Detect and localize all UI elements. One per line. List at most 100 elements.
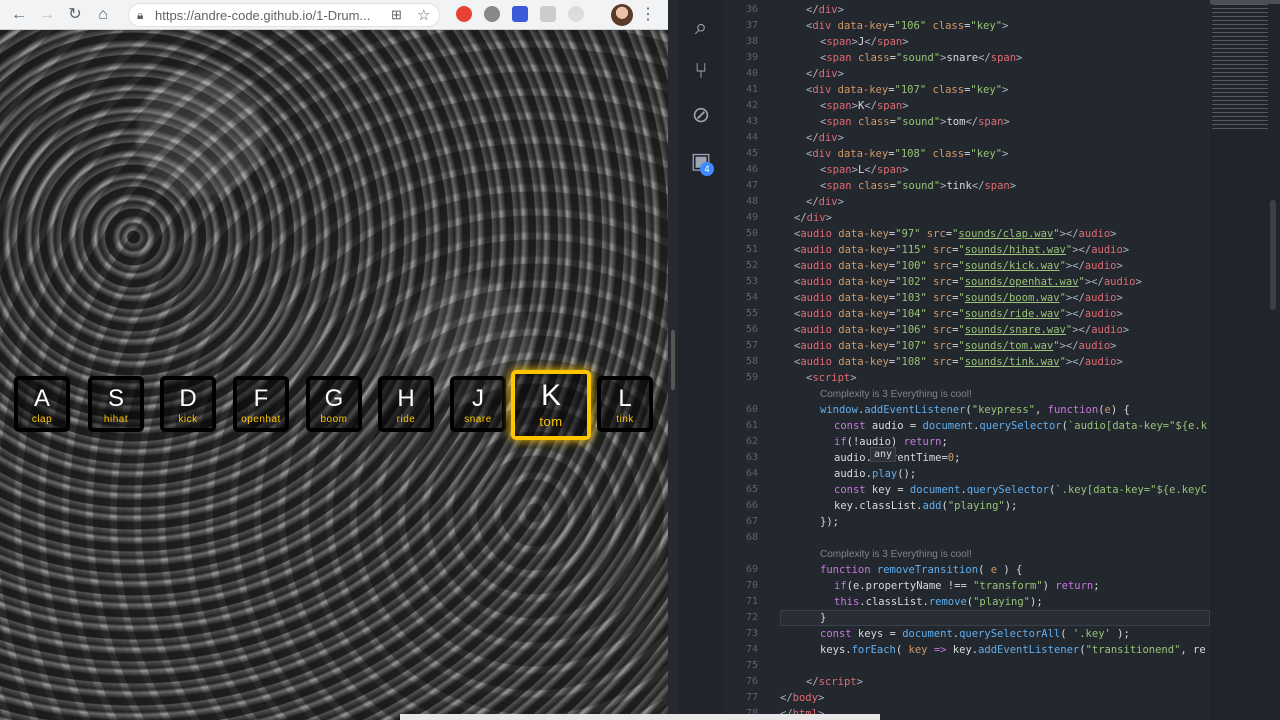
code-line[interactable]: </div> [806, 132, 844, 144]
search-icon[interactable]: ⌕ [688, 14, 714, 40]
drum-key-g[interactable]: Gboom [306, 376, 362, 432]
extension-icon[interactable] [484, 6, 500, 22]
code-line[interactable]: <audio data-key="100" src="sounds/kick.w… [794, 260, 1123, 272]
code-line[interactable]: <span class="sound">tink</span> [820, 180, 1016, 192]
line-number: 48 [745, 196, 758, 207]
code-line[interactable]: keys.forEach( key => key.addEventListene… [820, 644, 1206, 656]
line-number: 70 [745, 580, 758, 591]
extension-icon[interactable] [540, 6, 556, 22]
code-line[interactable]: function removeTransition( e ) { [820, 564, 1022, 576]
drum-key-f[interactable]: Fopenhat [233, 376, 289, 432]
code-line[interactable]: <audio data-key="102" src="sounds/openha… [794, 276, 1142, 288]
url-text[interactable]: https://andre-code.github.io/1-Drum... [155, 8, 405, 23]
line-number: 57 [745, 340, 758, 351]
drum-key-s[interactable]: Shihat [88, 376, 144, 432]
editor-scrollbar[interactable] [1270, 200, 1276, 310]
reload-icon[interactable]: ↻ [64, 4, 86, 26]
code-line[interactable]: <span>L</span> [820, 164, 909, 176]
code-line[interactable]: audio.play(); [834, 468, 916, 480]
code-line[interactable]: if(e.propertyName !== "transform") retur… [834, 580, 1100, 592]
drum-key-j[interactable]: Jsnare [450, 376, 506, 432]
line-number: 54 [745, 292, 758, 303]
code-line[interactable]: key.classList.add("playing"); [834, 500, 1017, 512]
split-grip[interactable] [671, 330, 675, 390]
extension-icon[interactable] [456, 6, 472, 22]
current-line-highlight [780, 610, 1210, 626]
code-line[interactable]: <audio data-key="104" src="sounds/ride.w… [794, 308, 1123, 320]
line-number: 38 [745, 36, 758, 47]
drum-key-h[interactable]: Hride [378, 376, 434, 432]
drum-key-a[interactable]: Aclap [14, 376, 70, 432]
code-line[interactable]: const key = document.querySelector(`.key… [834, 484, 1207, 496]
key-letter: K [540, 379, 561, 412]
bookmark-star-icon[interactable]: ☆ [417, 6, 430, 24]
code-line[interactable]: </div> [806, 4, 844, 16]
code-line[interactable]: const keys = document.querySelectorAll( … [820, 628, 1130, 640]
drum-key-l[interactable]: Ltink [597, 376, 653, 432]
line-number: 43 [745, 116, 758, 127]
code-line[interactable]: <div data-key="107" class="key"> [806, 84, 1008, 96]
line-number: 68 [745, 532, 758, 543]
minimap[interactable] [1210, 0, 1280, 720]
activity-bar: ⌕ ⑂ ⊘ ▣ 4 [678, 0, 724, 720]
lock-icon: 🔒︎ [137, 8, 144, 22]
code-line[interactable]: <span>J</span> [820, 36, 909, 48]
hover-tooltip: any [870, 447, 897, 462]
debug-icon[interactable]: ⊘ [688, 102, 714, 128]
line-number: 50 [745, 228, 758, 239]
code-line[interactable]: <span>K</span> [820, 100, 909, 112]
extension-icon[interactable] [568, 6, 584, 22]
code-line[interactable]: <span class="sound">tom</span> [820, 116, 1010, 128]
key-sound: tom [539, 414, 563, 429]
line-number: 75 [745, 660, 758, 671]
crowd-background: Aclap Shihat Dkick Fopenhat Gboom Hride … [0, 30, 668, 720]
code-line[interactable]: <audio data-key="103" src="sounds/boom.w… [794, 292, 1123, 304]
code-line[interactable]: <div data-key="108" class="key"> [806, 148, 1008, 160]
home-icon[interactable]: ⌂ [92, 4, 114, 26]
menu-icon[interactable]: ⋮ [640, 4, 656, 24]
extension-icon[interactable] [512, 6, 528, 22]
code-line[interactable]: this.classList.remove("playing"); [834, 596, 1043, 608]
codelens-hint[interactable]: Complexity is 3 Everything is cool! [820, 389, 972, 400]
drum-key-k[interactable]: Ktom [511, 370, 591, 440]
codelens-hint[interactable]: Complexity is 3 Everything is cool! [820, 549, 972, 560]
drum-key-d[interactable]: Dkick [160, 376, 216, 432]
code-line[interactable]: audio.currentTime=0; [834, 452, 960, 464]
translate-icon[interactable]: ⊞ [391, 7, 402, 23]
line-number: 66 [745, 500, 758, 511]
code-line[interactable]: </body> [780, 692, 824, 704]
code-line[interactable]: <audio data-key="108" src="sounds/tink.w… [794, 356, 1123, 368]
code-line[interactable]: <audio data-key="115" src="sounds/hihat.… [794, 244, 1129, 256]
line-number: 47 [745, 180, 758, 191]
line-number: 52 [745, 260, 758, 271]
code-line[interactable]: } [820, 612, 826, 624]
code-line[interactable]: <audio data-key="106" src="sounds/snare.… [794, 324, 1129, 336]
forward-icon[interactable]: → [36, 4, 58, 26]
browser-toolbar: ← → ↻ ⌂ 🔒︎ https://andre-code.github.io/… [0, 0, 668, 30]
line-number: 74 [745, 644, 758, 655]
code-editor[interactable]: 36 </div> 37 <div data-key="106" class="ke… [724, 0, 1210, 720]
avatar[interactable] [611, 4, 633, 26]
code-line[interactable]: </div> [806, 68, 844, 80]
code-line[interactable]: window.addEventListener("keypress", func… [820, 404, 1130, 416]
split-divider[interactable] [668, 0, 678, 720]
line-number: 71 [745, 596, 758, 607]
back-icon[interactable]: ← [8, 4, 30, 26]
line-number: 45 [745, 148, 758, 159]
code-line[interactable]: const audio = document.querySelector(`au… [834, 420, 1207, 432]
key-letter: H [397, 385, 415, 412]
line-number: 56 [745, 324, 758, 335]
code-line[interactable]: </div> [794, 212, 832, 224]
code-line[interactable]: <audio data-key="107" src="sounds/tom.wa… [794, 340, 1116, 352]
code-line[interactable]: <div data-key="106" class="key"> [806, 20, 1008, 32]
horizontal-scrollbar[interactable] [400, 714, 880, 720]
code-line[interactable]: </script> [806, 676, 863, 688]
source-control-icon[interactable]: ⑂ [688, 58, 714, 84]
browser-window: ← → ↻ ⌂ 🔒︎ https://andre-code.github.io/… [0, 0, 668, 720]
address-bar[interactable]: 🔒︎ https://andre-code.github.io/1-Drum..… [128, 3, 440, 27]
code-line[interactable]: }); [820, 516, 839, 528]
code-line[interactable]: <script> [806, 372, 857, 384]
code-line[interactable]: <span class="sound">snare</span> [820, 52, 1022, 64]
code-line[interactable]: </div> [806, 196, 844, 208]
code-line[interactable]: <audio data-key="97" src="sounds/clap.wa… [794, 228, 1116, 240]
